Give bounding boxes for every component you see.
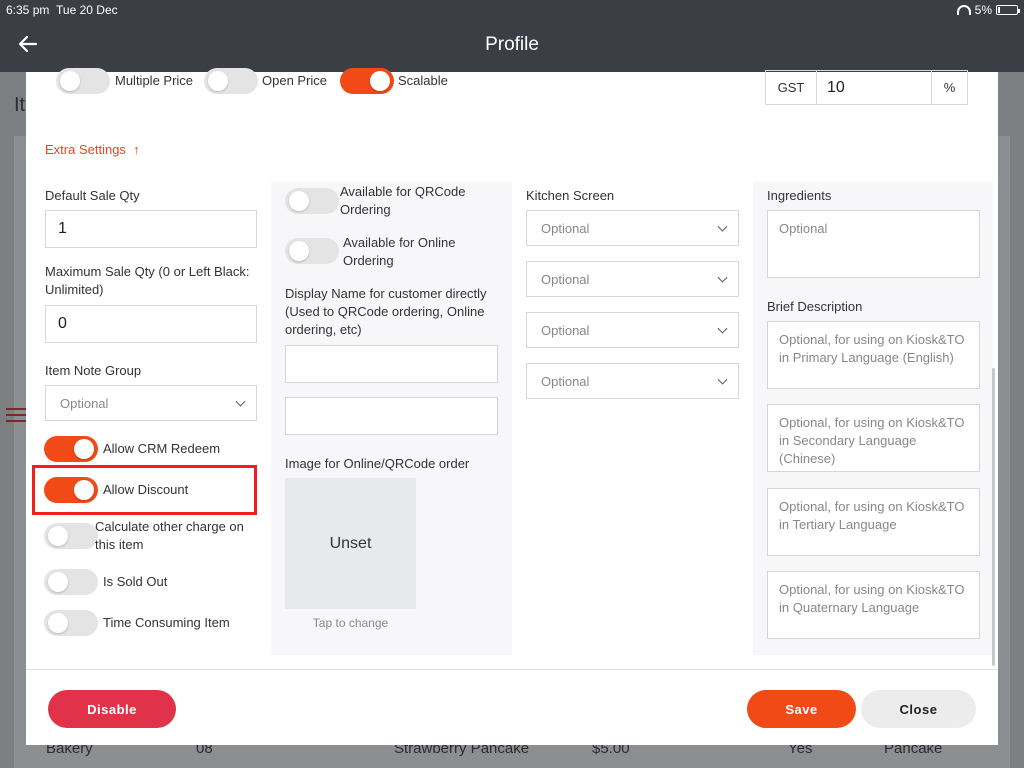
- multiple-price-toggle[interactable]: [56, 68, 110, 94]
- chevron-down-icon: [717, 374, 728, 385]
- is-sold-out-toggle[interactable]: [44, 569, 98, 595]
- allow-crm-redeem-toggle[interactable]: [44, 436, 98, 462]
- chevron-down-icon: [235, 396, 246, 407]
- kitchen-screen-select-4[interactable]: Optional: [526, 363, 739, 399]
- chevron-down-icon: [717, 221, 728, 232]
- profile-modal: Multiple Price Open Price Scalable GST 1…: [26, 68, 998, 745]
- allow-crm-redeem-label: Allow CRM Redeem: [103, 441, 221, 456]
- gst-field: GST 10 %: [765, 70, 968, 105]
- brief-description-label: Brief Description: [767, 299, 863, 314]
- multiple-price-label: Multiple Price: [115, 73, 194, 88]
- open-price-toggle[interactable]: [204, 68, 258, 94]
- gst-unit: %: [931, 71, 967, 104]
- description-quaternary-input[interactable]: Optional, for using on Kiosk&TO in Quate…: [767, 571, 980, 639]
- online-ordering-toggle[interactable]: [285, 238, 339, 264]
- qrcode-ordering-toggle[interactable]: [285, 188, 339, 214]
- description-secondary-input[interactable]: Optional, for using on Kiosk&TO in Secon…: [767, 404, 980, 472]
- time-consuming-label: Time Consuming Item: [103, 615, 230, 630]
- extra-settings-link[interactable]: Extra Settings ↑: [45, 142, 140, 157]
- ingredients-input[interactable]: Optional: [767, 210, 980, 278]
- battery-percent: 5%: [974, 3, 992, 17]
- kitchen-screen-select-3[interactable]: Optional: [526, 312, 739, 348]
- max-sale-qty-input[interactable]: 0: [45, 305, 257, 343]
- qrcode-ordering-label: Available for QRCode Ordering: [340, 184, 466, 217]
- page-title: Profile: [485, 34, 539, 55]
- scalable-label: Scalable: [398, 73, 448, 88]
- image-hint: Tap to change: [312, 616, 389, 630]
- scalable-toggle[interactable]: [340, 68, 394, 94]
- kitchen-screen-select-1[interactable]: Optional: [526, 210, 739, 246]
- status-bar: 6:35 pm Tue 20 Dec 5%: [0, 0, 1024, 20]
- online-ordering-label: Available for Online Ordering: [343, 235, 456, 268]
- item-note-group-select[interactable]: Optional: [45, 385, 257, 421]
- scrollbar[interactable]: [992, 368, 995, 666]
- gst-label: GST: [766, 71, 817, 104]
- background-title-fragment: It: [14, 94, 26, 116]
- description-tertiary-input[interactable]: Optional, for using on Kiosk&TO in Terti…: [767, 488, 980, 556]
- item-note-group-label: Item Note Group: [45, 363, 142, 378]
- default-sale-qty-label: Default Sale Qty: [45, 188, 140, 203]
- image-picker[interactable]: Unset: [285, 478, 416, 609]
- display-name-input-2[interactable]: [285, 397, 498, 435]
- display-name-input-1[interactable]: [285, 345, 498, 383]
- calculate-other-charge-label: Calculate other charge on this item: [95, 519, 244, 552]
- arrow-up-icon: ↑: [129, 142, 140, 157]
- time-consuming-toggle[interactable]: [44, 610, 98, 636]
- open-price-label: Open Price: [262, 73, 328, 88]
- is-sold-out-label: Is Sold Out: [103, 574, 168, 589]
- display-name-label: Display Name for customer directly (Used…: [285, 286, 487, 337]
- default-sale-qty-input[interactable]: 1: [45, 210, 257, 248]
- ingredients-label: Ingredients: [767, 188, 832, 203]
- description-primary-input[interactable]: Optional, for using on Kiosk&TO in Prima…: [767, 321, 980, 389]
- image-label: Image for Online/QRCode order: [285, 456, 470, 471]
- status-time: 6:35 pm Tue 20 Dec: [6, 3, 118, 17]
- save-button[interactable]: Save: [747, 690, 856, 728]
- disable-button[interactable]: Disable: [48, 690, 176, 728]
- allow-discount-label: Allow Discount: [103, 482, 189, 497]
- kitchen-screen-label: Kitchen Screen: [526, 188, 615, 203]
- chevron-down-icon: [717, 323, 728, 334]
- menu-icon: [6, 408, 26, 424]
- max-sale-qty-label: Maximum Sale Qty (0 or Left Black: Unlim…: [45, 264, 250, 297]
- gst-input[interactable]: 10: [817, 71, 931, 104]
- battery-icon: [996, 5, 1020, 15]
- chevron-down-icon: [717, 272, 728, 283]
- allow-discount-toggle[interactable]: [44, 477, 98, 503]
- close-button[interactable]: Close: [861, 690, 976, 728]
- nav-bar: Profile: [0, 20, 1024, 72]
- wifi-icon: [956, 5, 971, 15]
- calculate-other-charge-toggle[interactable]: [44, 523, 98, 549]
- kitchen-screen-select-2[interactable]: Optional: [526, 261, 739, 297]
